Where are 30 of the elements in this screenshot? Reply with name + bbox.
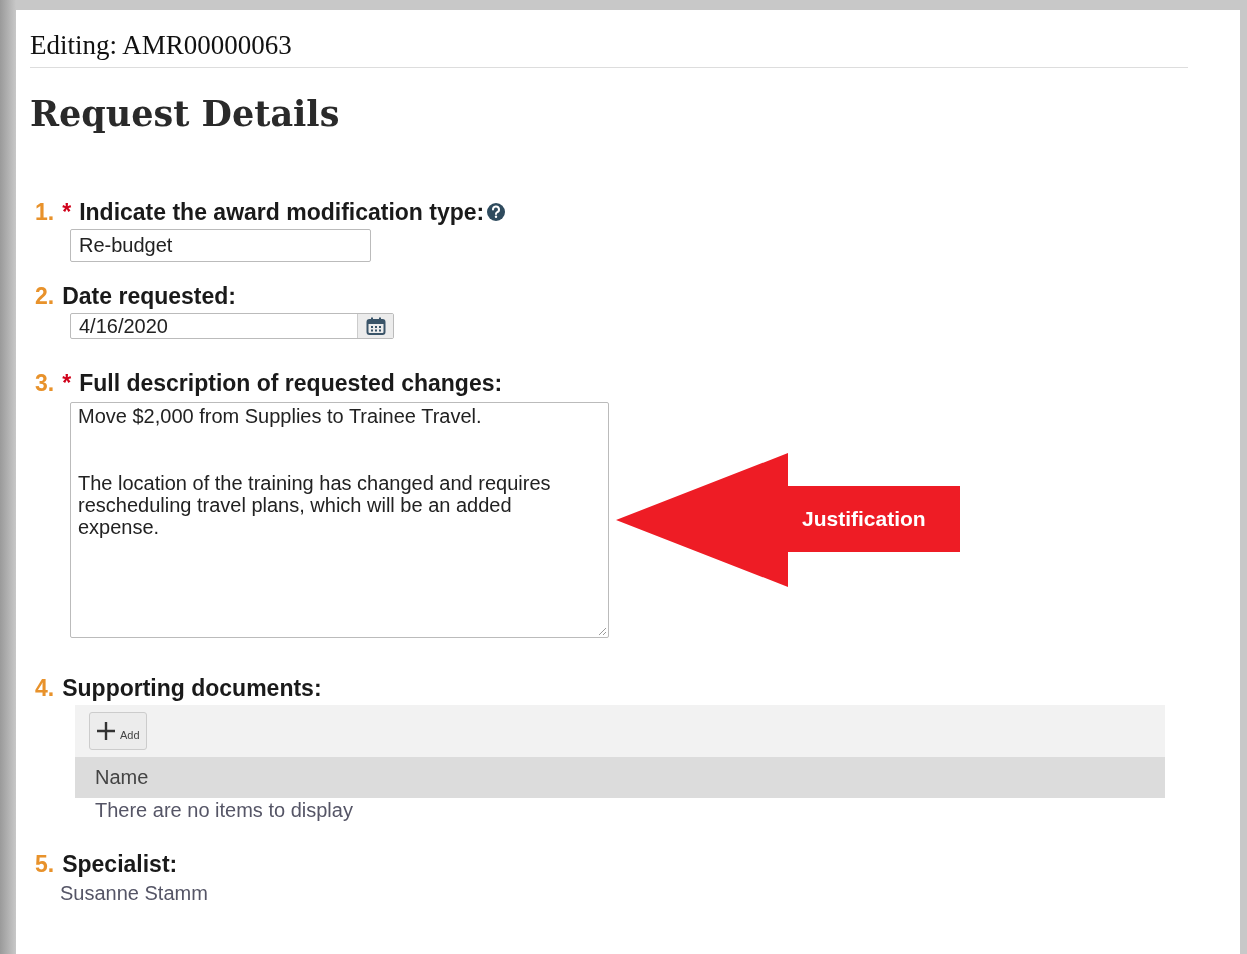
calendar-button[interactable] (357, 314, 393, 338)
question-label: Supporting documents: (62, 674, 322, 702)
help-icon[interactable] (486, 202, 507, 222)
required-asterisk: * (62, 369, 72, 397)
question-number: 2. (35, 282, 55, 310)
plus-icon (96, 721, 116, 741)
resize-grip-icon[interactable] (597, 626, 607, 636)
empty-message: There are no items to display (94, 798, 354, 822)
question-number: 4. (35, 674, 55, 702)
question-number: 5. (35, 850, 55, 878)
question-label: Full description of requested changes: (79, 369, 503, 397)
description-text: The location of the training has changed and requires rescheduling travel plans, which will be an added expense. (78, 472, 552, 538)
required-asterisk: * (62, 198, 72, 226)
question-label: Specialist: (62, 850, 178, 878)
page-title: Editing: AMR00000063 (30, 30, 293, 60)
date-field[interactable]: 4/16/2020 (70, 313, 394, 339)
description-field[interactable]: Move $2,000 from Supplies to Trainee Travel. The location of the training has changed and requires rescheduling travel plans, which will be an added expense. (70, 402, 609, 638)
question-number: 3. (35, 369, 55, 397)
text-field[interactable]: Re-budget (70, 229, 371, 262)
callout-label: Justification (802, 506, 926, 532)
specialist-name: Susanne Stamm (60, 881, 209, 905)
calendar-icon (365, 317, 386, 335)
add-button[interactable]: Add (89, 712, 147, 750)
question-label: Date requested: (62, 282, 236, 310)
date-value: 4/16/2020 (78, 314, 169, 338)
question-label: Indicate the award modification type: (79, 198, 485, 226)
question-number: 1. (35, 198, 55, 226)
description-text: Move $2,000 from Supplies to Trainee Travel. (78, 405, 483, 427)
column-header[interactable]: Name (95, 766, 149, 789)
section-heading: Request Details (30, 92, 341, 136)
